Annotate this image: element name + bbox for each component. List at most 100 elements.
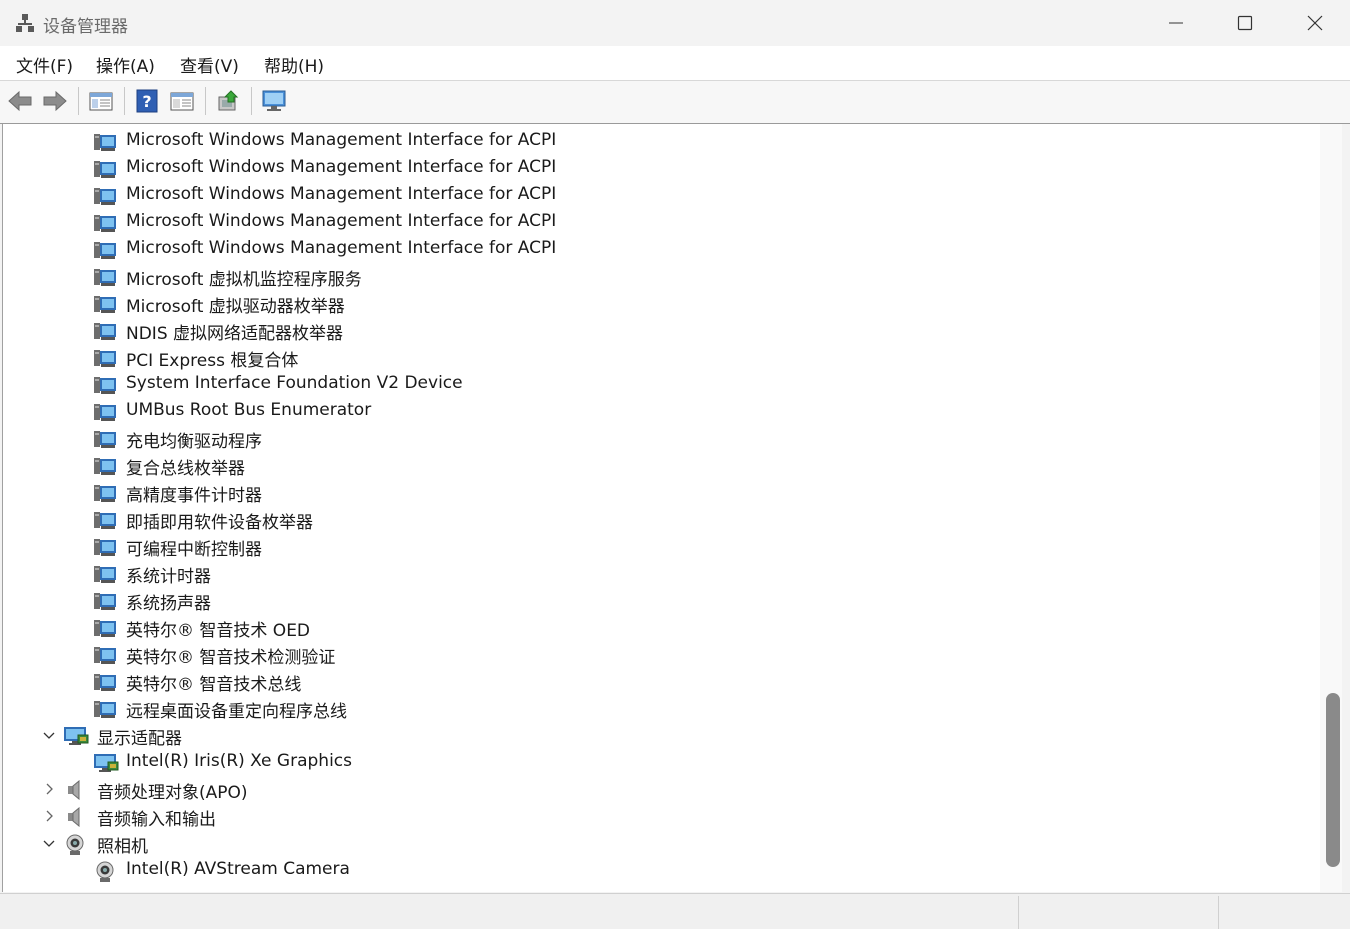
tree-item[interactable]: 即插即用软件设备枚举器 [3,506,1321,533]
tree-item[interactable]: System Interface Foundation V2 Device [3,371,1321,398]
device-label: PCI Express 根复合体 [126,351,299,371]
device-label: 即插即用软件设备枚举器 [126,513,313,533]
update-driver-button[interactable] [213,87,243,115]
system-device-icon [93,483,117,503]
tree-category-audio-processing-objects[interactable]: 音频处理对象(APO) [3,776,1321,803]
tree-item[interactable]: Intel(R) AVStream Camera [3,857,1321,884]
back-arrow-icon [8,90,32,112]
system-device-icon [93,240,117,260]
device-label: System Interface Foundation V2 Device [126,373,463,393]
system-device-icon [93,348,117,368]
device-label: 充电均衡驱动程序 [126,432,262,452]
minimize-icon [1169,22,1183,24]
device-label: Microsoft 虚拟驱动器枚举器 [126,297,345,317]
tree-item[interactable]: Microsoft Windows Management Interface f… [3,182,1321,209]
tree-item[interactable]: Microsoft Windows Management Interface f… [3,209,1321,236]
toolbar-separator [78,87,79,115]
tree-item[interactable]: Microsoft 虚拟机监控程序服务 [3,263,1321,290]
system-device-icon [93,456,117,476]
system-device-icon [93,429,117,449]
camera-icon [63,834,87,855]
tree-item[interactable]: 系统计时器 [3,560,1321,587]
tree-item[interactable]: 充电均衡驱动程序 [3,425,1321,452]
maximize-button[interactable] [1210,0,1280,46]
device-label: UMBus Root Bus Enumerator [126,400,372,420]
tree-item[interactable]: 系统扬声器 [3,587,1321,614]
system-device-icon [93,699,117,719]
minimize-button[interactable] [1141,0,1211,46]
tree-item[interactable]: Microsoft Windows Management Interface f… [3,236,1321,263]
menu-view[interactable]: 查看(V) [180,52,239,77]
system-device-icon [93,294,117,314]
show-hide-console-tree-icon [89,92,113,111]
tree-item[interactable]: UMBus Root Bus Enumerator [3,398,1321,425]
device-tree[interactable]: Microsoft Windows Management Interface f… [2,124,1321,892]
menu-action[interactable]: 操作(A) [96,52,155,77]
tree-category-audio-inputs-outputs[interactable]: 音频输入和输出 [3,803,1321,830]
toolbar-separator [251,87,252,115]
back-button[interactable] [5,87,35,115]
close-icon [1307,15,1323,31]
category-label: 音频输入和输出 [97,810,216,830]
system-device-icon [93,645,117,665]
help-button[interactable]: ? [132,87,162,115]
tree-item[interactable]: Microsoft Windows Management Interface f… [3,128,1321,155]
tree-item[interactable]: 复合总线枚举器 [3,452,1321,479]
window-title: 设备管理器 [43,17,128,37]
system-device-icon [93,132,117,152]
menu-file[interactable]: 文件(F) [16,52,73,77]
category-label: 显示适配器 [97,729,182,749]
show-hide-console-tree-button[interactable] [86,87,116,115]
tree-item[interactable]: PCI Express 根复合体 [3,344,1321,371]
display-adapter-icon [93,753,119,773]
tree-item[interactable]: 远程桌面设备重定向程序总线 [3,695,1321,722]
device-label: 可编程中断控制器 [126,540,262,560]
system-device-icon [93,159,117,179]
device-label: Microsoft Windows Management Interface f… [126,184,557,204]
system-device-icon [93,564,117,584]
monitor-icon [262,90,286,111]
device-label: Microsoft Windows Management Interface f… [126,157,557,177]
tree-item[interactable]: Microsoft 虚拟驱动器枚举器 [3,290,1321,317]
device-label: Microsoft Windows Management Interface f… [126,130,557,150]
device-label: 英特尔® 智音技术检测验证 [126,648,336,668]
tree-item[interactable]: 英特尔® 智音技术检测验证 [3,641,1321,668]
chevron-down-icon[interactable] [40,834,58,852]
help-icon: ? [136,89,158,113]
tree-item[interactable]: NDIS 虚拟网络适配器枚举器 [3,317,1321,344]
device-manager-app-icon [15,13,35,33]
tree-category-cameras[interactable]: 照相机 [3,830,1321,857]
speaker-icon [63,806,87,828]
scrollbar-thumb[interactable] [1326,693,1340,867]
chevron-down-icon[interactable] [40,726,58,744]
tree-item[interactable]: Microsoft Windows Management Interface f… [3,155,1321,182]
device-label: Intel(R) AVStream Camera [126,859,350,879]
scan-hardware-button[interactable] [259,87,289,115]
tree-item[interactable]: Intel(R) Iris(R) Xe Graphics [3,749,1321,776]
system-device-icon [93,213,117,233]
properties-button[interactable] [167,87,197,115]
tree-category-display-adapters[interactable]: 显示适配器 [3,722,1321,749]
device-label: Microsoft Windows Management Interface f… [126,211,557,231]
system-device-icon [93,618,117,638]
forward-button[interactable] [40,87,70,115]
tree-item[interactable]: 高精度事件计时器 [3,479,1321,506]
tree-item[interactable]: 可编程中断控制器 [3,533,1321,560]
maximize-icon [1237,15,1253,31]
update-driver-icon [218,90,239,111]
system-device-icon [93,591,117,611]
device-label: Microsoft Windows Management Interface f… [126,238,557,258]
status-separator [1218,896,1219,929]
tree-item[interactable]: 英特尔® 智音技术总线 [3,668,1321,695]
chevron-right-icon[interactable] [40,807,58,825]
tree-item[interactable]: 英特尔® 智音技术 OED [3,614,1321,641]
status-bar [0,893,1350,929]
menu-help[interactable]: 帮助(H) [264,52,324,77]
device-label: 系统计时器 [126,567,211,587]
toolbar-separator [205,87,206,115]
properties-icon [170,92,194,111]
device-label: 英特尔® 智音技术总线 [126,675,302,695]
chevron-right-icon[interactable] [40,780,58,798]
close-button[interactable] [1280,0,1350,46]
vertical-scrollbar[interactable] [1320,124,1342,892]
